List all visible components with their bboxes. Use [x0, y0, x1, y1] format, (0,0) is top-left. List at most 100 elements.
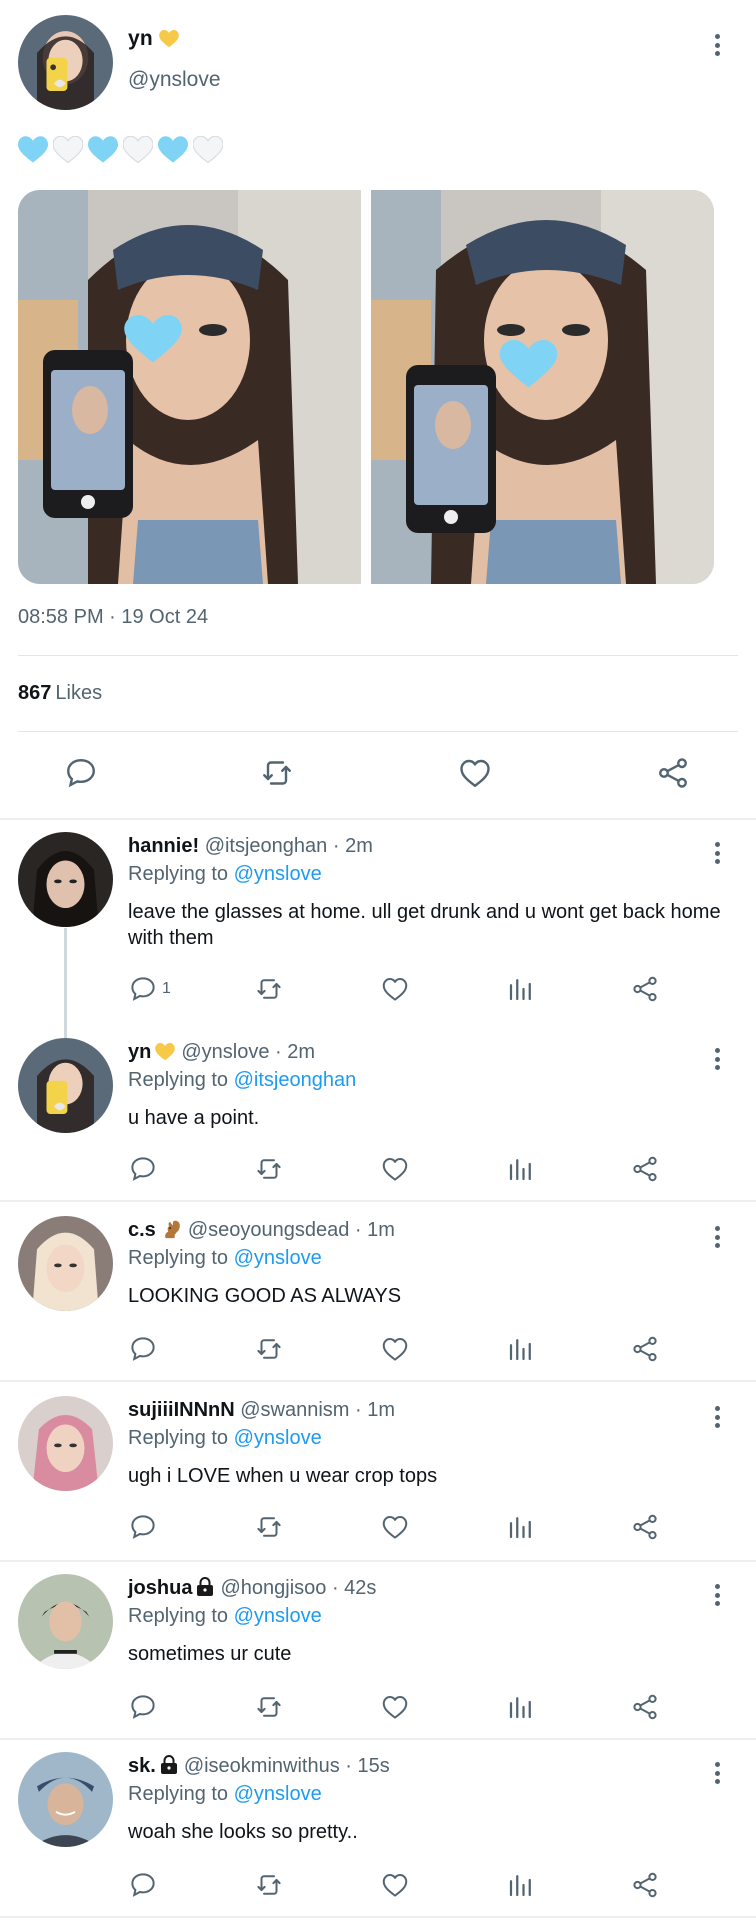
views-icon[interactable]	[506, 1152, 536, 1186]
reply-avatar[interactable]	[18, 1752, 113, 1847]
reply-icon[interactable]	[128, 1152, 158, 1186]
reply-author-handle[interactable]: @seoyoungsdead	[188, 1219, 350, 1241]
share-icon[interactable]	[630, 1690, 660, 1724]
reply-item[interactable]: sk. @iseokminwithus · 15s Replying to @yn…	[0, 1740, 756, 1916]
more-options-icon[interactable]	[705, 838, 729, 868]
like-icon[interactable]	[380, 1332, 410, 1366]
reply-item[interactable]: hannie! @itsjeonghan · 2m Replying to @y…	[0, 820, 756, 1020]
post-photo-2[interactable]	[371, 190, 714, 584]
reply-author-handle[interactable]: @swannism	[240, 1399, 349, 1421]
like-icon[interactable]	[380, 1868, 410, 1902]
mention-link[interactable]: @ynslove	[234, 863, 322, 885]
replying-prefix: Replying to	[128, 1427, 229, 1449]
replying-to: Replying to @ynslove	[128, 1427, 322, 1450]
share-icon[interactable]	[630, 1510, 660, 1544]
reply-action-bar: 1	[0, 972, 756, 1006]
mention-link[interactable]: @ynslove	[234, 1247, 322, 1269]
reply-avatar[interactable]	[18, 1038, 113, 1133]
reply-header: yn @ynslove · 2m	[128, 1041, 315, 1067]
reply-author-name[interactable]: sk.	[128, 1755, 156, 1777]
yellow-heart-icon	[159, 30, 179, 54]
lock-icon	[196, 1577, 214, 1603]
like-icon[interactable]	[380, 1690, 410, 1724]
author-handle[interactable]: @ynslove	[128, 68, 221, 92]
reply-avatar[interactable]	[18, 1216, 113, 1311]
share-icon[interactable]	[630, 1868, 660, 1902]
reply-avatar[interactable]	[18, 1574, 113, 1669]
reply-author-name[interactable]: sujiiiINNnN	[128, 1399, 235, 1421]
divider	[0, 1200, 756, 1202]
post-photo-1[interactable]	[18, 190, 361, 584]
white-heart-icon	[193, 136, 223, 164]
mention-link[interactable]: @ynslove	[234, 1605, 322, 1627]
mention-link[interactable]: @ynslove	[234, 1427, 322, 1449]
more-options-icon[interactable]	[705, 30, 729, 60]
more-options-icon[interactable]	[705, 1758, 729, 1788]
reply-author-handle[interactable]: @itsjeonghan	[205, 835, 328, 857]
reply-action-bar	[0, 1332, 756, 1366]
reply-author-handle[interactable]: @ynslove	[181, 1041, 269, 1063]
mention-link[interactable]: @ynslove	[234, 1783, 322, 1805]
retweet-icon[interactable]	[254, 1690, 284, 1724]
views-icon[interactable]	[506, 1332, 536, 1366]
reply-author-name[interactable]: yn	[128, 1041, 151, 1063]
reply-action-bar	[0, 1690, 756, 1724]
like-icon[interactable]	[380, 972, 410, 1006]
author-avatar[interactable]	[18, 15, 113, 110]
more-options-icon[interactable]	[705, 1580, 729, 1610]
likes-label: Likes	[55, 682, 103, 704]
likes-count[interactable]: 867 Likes	[18, 682, 102, 705]
like-icon[interactable]	[380, 1510, 410, 1544]
like-icon[interactable]	[457, 755, 497, 795]
reply-icon[interactable]	[128, 1690, 158, 1724]
mention-link[interactable]: @itsjeonghan	[234, 1069, 357, 1091]
reply-item[interactable]: c.s @seoyoungsdead · 1m Replying to @ynsl…	[0, 1204, 756, 1380]
reply-author-name[interactable]: hannie!	[128, 835, 199, 857]
reply-text: leave the glasses at home. ull get drunk…	[128, 901, 721, 949]
views-icon[interactable]	[506, 1868, 536, 1902]
reply-author-name[interactable]: c.s	[128, 1219, 156, 1241]
share-icon[interactable]	[630, 972, 660, 1006]
reply-author-handle[interactable]: @hongjisoo	[220, 1577, 326, 1599]
share-icon[interactable]	[630, 1332, 660, 1366]
retweet-icon[interactable]	[259, 755, 299, 795]
replying-prefix: Replying to	[128, 1247, 229, 1269]
more-options-icon[interactable]	[705, 1222, 729, 1252]
reply-icon[interactable]	[63, 755, 103, 795]
author-name[interactable]: yn	[128, 27, 179, 54]
retweet-icon[interactable]	[254, 1868, 284, 1902]
more-options-icon[interactable]	[705, 1044, 729, 1074]
divider	[18, 731, 738, 732]
views-icon[interactable]	[506, 1510, 536, 1544]
reply-icon[interactable]	[128, 1510, 158, 1544]
reply-icon[interactable]	[128, 1332, 158, 1366]
reply-author-name[interactable]: joshua	[128, 1577, 192, 1599]
reply-text: LOOKING GOOD AS ALWAYS	[128, 1285, 402, 1307]
reply-time: 2m	[345, 835, 373, 857]
replying-prefix: Replying to	[128, 1783, 229, 1805]
white-heart-icon	[123, 136, 153, 164]
reply-item[interactable]: yn @ynslove · 2m Replying to @itsjeonghan…	[0, 1026, 756, 1200]
divider	[0, 1916, 756, 1918]
retweet-icon[interactable]	[254, 1332, 284, 1366]
like-icon[interactable]	[380, 1152, 410, 1186]
reply-item[interactable]: joshua @hongjisoo · 42s Replying to @ynsl…	[0, 1562, 756, 1736]
reply-avatar[interactable]	[18, 832, 113, 927]
squirrel-icon	[160, 1219, 182, 1245]
retweet-icon[interactable]	[254, 1152, 284, 1186]
share-icon[interactable]	[655, 755, 695, 795]
views-icon[interactable]	[506, 1690, 536, 1724]
share-icon[interactable]	[630, 1152, 660, 1186]
retweet-icon[interactable]	[254, 972, 284, 1006]
reply-icon[interactable]	[128, 1868, 158, 1902]
reply-icon[interactable]: 1	[128, 972, 171, 1006]
views-icon[interactable]	[506, 972, 536, 1006]
reply-avatar[interactable]	[18, 1396, 113, 1491]
reply-author-handle[interactable]: @iseokminwithus	[184, 1755, 340, 1777]
retweet-icon[interactable]	[254, 1510, 284, 1544]
blue-heart-icon	[18, 136, 48, 163]
reply-item[interactable]: sujiiiINNnN @swannism · 1m Replying to @…	[0, 1384, 756, 1558]
avatar-image	[18, 1752, 113, 1847]
more-options-icon[interactable]	[705, 1402, 729, 1432]
replying-to: Replying to @itsjeonghan	[128, 1069, 356, 1092]
